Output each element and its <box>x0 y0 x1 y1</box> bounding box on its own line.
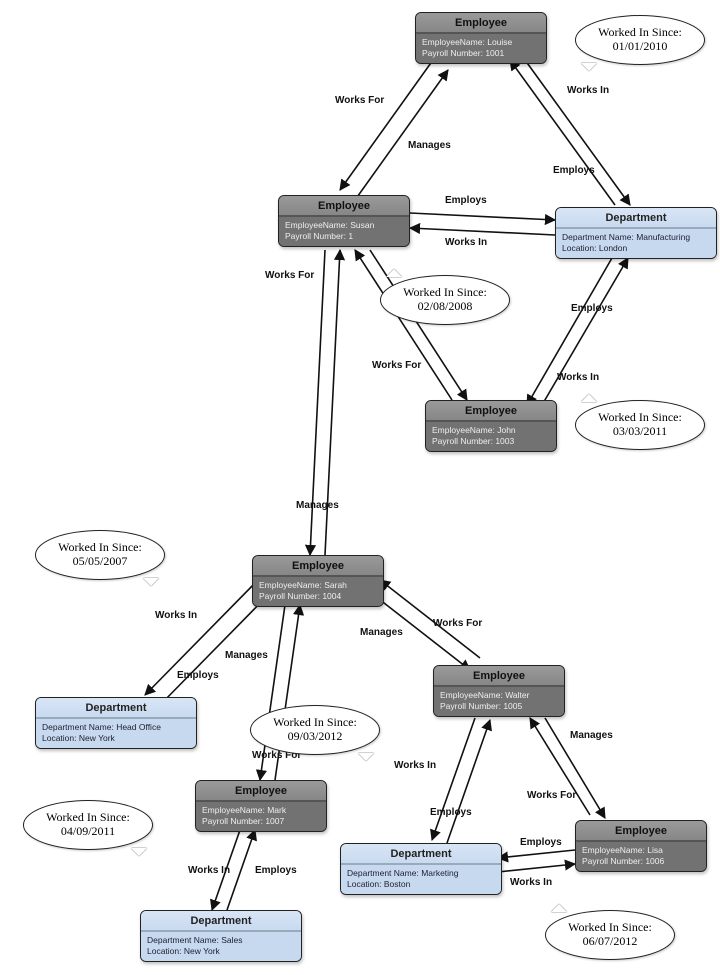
callout-louise: Worked In Since:01/01/2010 <box>575 15 705 65</box>
edge-label: Employs <box>445 195 487 206</box>
edge-label: Works In <box>557 372 599 383</box>
callout-sarah: Worked In Since:05/05/2007 <box>35 530 165 580</box>
department-node-sales: Department Department Name: Sales Locati… <box>140 910 302 962</box>
edge-label: Manages <box>570 730 613 741</box>
edge-label: Works For <box>433 618 482 629</box>
diagram-canvas: Works For Manages Works In Employs Emplo… <box>0 0 720 975</box>
node-header: Employee <box>279 196 409 216</box>
employee-node-sarah: Employee EmployeeName: Sarah Payroll Num… <box>252 555 384 607</box>
callout-john: Worked In Since:03/03/2011 <box>575 400 705 450</box>
node-header: Employee <box>426 401 556 421</box>
node-header: Department <box>36 698 196 718</box>
callout-mark: Worked In Since:04/09/2011 <box>23 800 153 850</box>
edge-label: Works For <box>527 790 576 801</box>
edge-label: Works In <box>510 877 552 888</box>
node-header: Department <box>341 844 501 864</box>
employee-node-susan: Employee EmployeeName: Susan Payroll Num… <box>278 195 410 247</box>
edge-label: Works For <box>372 360 421 371</box>
employee-node-lisa: Employee EmployeeName: Lisa Payroll Numb… <box>575 820 707 872</box>
callout-lisa: Worked In Since:06/07/2012 <box>545 910 675 960</box>
edge-label: Works For <box>335 95 384 106</box>
callout-susan: Worked In Since:02/08/2008 <box>380 275 510 325</box>
department-node-headoffice: Department Department Name: Head Office … <box>35 697 197 749</box>
edge-label: Works In <box>445 237 487 248</box>
edge-label: Employs <box>520 837 562 848</box>
edge-label: Works In <box>155 610 197 621</box>
edge-label: Employs <box>553 165 595 176</box>
node-header: Department <box>556 208 716 228</box>
department-node-manufacturing: Department Department Name: Manufacturin… <box>555 207 717 259</box>
edge-label: Employs <box>571 303 613 314</box>
node-header: Employee <box>576 821 706 841</box>
edge-label: Employs <box>255 865 297 876</box>
node-header: Employee <box>253 556 383 576</box>
edge-label: Manages <box>225 650 268 661</box>
node-header: Department <box>141 911 301 931</box>
edge-label: Employs <box>177 670 219 681</box>
edge-label: Manages <box>408 140 451 151</box>
node-header: Employee <box>434 666 564 686</box>
node-header: Employee <box>416 13 546 33</box>
employee-node-walter: Employee EmployeeName: Walter Payroll Nu… <box>433 665 565 717</box>
edge-label: Works In <box>394 760 436 771</box>
callout-walter: Worked In Since:09/03/2012 <box>250 705 380 755</box>
employee-node-louise: Employee EmployeeName: Louise Payroll Nu… <box>415 12 547 64</box>
node-header: Employee <box>196 781 326 801</box>
edge-label: Manages <box>296 500 339 511</box>
edge-label: Manages <box>360 627 403 638</box>
edge-label: Works For <box>265 270 314 281</box>
employee-node-john: Employee EmployeeName: John Payroll Numb… <box>425 400 557 452</box>
edge-label: Works In <box>188 865 230 876</box>
department-node-marketing: Department Department Name: Marketing Lo… <box>340 843 502 895</box>
edge-label: Works In <box>567 85 609 96</box>
employee-node-mark: Employee EmployeeName: Mark Payroll Numb… <box>195 780 327 832</box>
edge-label: Employs <box>430 807 472 818</box>
